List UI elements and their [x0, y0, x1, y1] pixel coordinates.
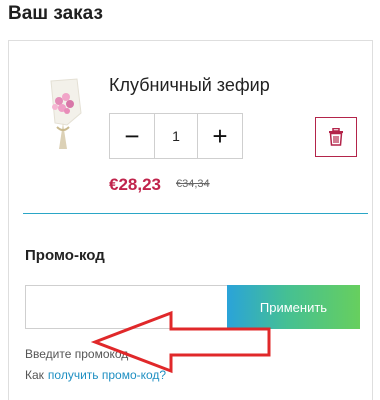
promo-title: Промо-код [25, 247, 105, 264]
delete-item-button[interactable] [315, 117, 357, 157]
old-price: €34,34 [176, 178, 210, 190]
product-name[interactable]: Клубничный зефир [109, 75, 270, 96]
quantity-value[interactable]: 1 [154, 114, 198, 158]
red-arrow-annotation [90, 310, 271, 374]
current-price: €28,23 [109, 175, 161, 194]
product-image[interactable] [37, 73, 89, 151]
trash-icon [329, 128, 343, 146]
page-title: Ваш заказ [8, 3, 103, 24]
promo-help-prefix: Как [25, 368, 44, 382]
quantity-stepper: − 1 + [109, 113, 243, 159]
increase-quantity-button[interactable]: + [198, 114, 242, 158]
decrease-quantity-button[interactable]: − [110, 114, 154, 158]
divider [23, 213, 368, 214]
order-card: Клубничный зефир − 1 + €28,23 €34,34 Про… [8, 40, 373, 400]
